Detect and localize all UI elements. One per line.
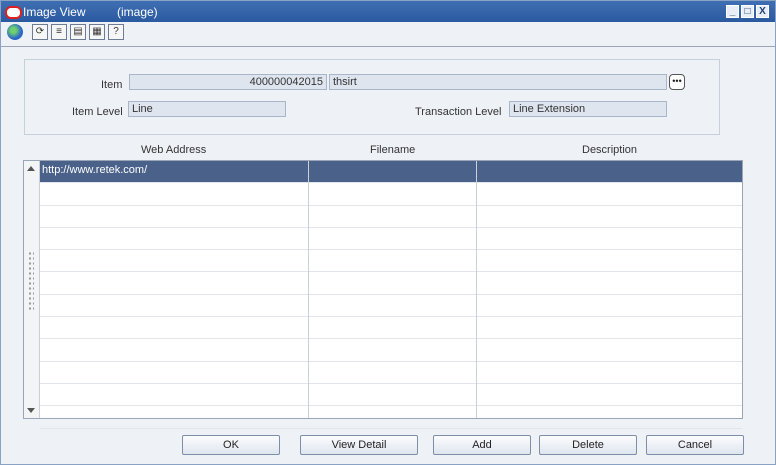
options-icon[interactable]: ≡ <box>51 24 67 40</box>
window-subtitle: (image) <box>117 5 158 19</box>
web-address-cell[interactable] <box>40 295 308 316</box>
table-row[interactable]: http://www.retek.com/ <box>40 161 742 184</box>
filename-cell[interactable] <box>308 206 476 227</box>
filename-cell[interactable] <box>308 295 476 316</box>
table-row[interactable] <box>40 406 742 429</box>
description-cell[interactable] <box>476 384 742 405</box>
web-address-cell[interactable] <box>40 339 308 360</box>
oracle-logo-icon <box>5 6 22 19</box>
table-row[interactable] <box>40 250 742 273</box>
table-row[interactable] <box>40 295 742 318</box>
filename-cell[interactable] <box>308 317 476 338</box>
web-address-cell[interactable]: http://www.retek.com/ <box>40 161 308 182</box>
column-header-web-address[interactable]: Web Address <box>141 144 206 156</box>
toolbar: ⟳ ≡ ▤ ▦ ? <box>1 22 775 46</box>
vertical-scrollbar[interactable] <box>24 161 40 418</box>
description-cell[interactable] <box>476 228 742 249</box>
column-divider <box>308 161 309 418</box>
image-table: http://www.retek.com/ <box>23 160 743 429</box>
description-cell[interactable] <box>476 406 742 427</box>
ok-button[interactable]: OK <box>182 435 280 455</box>
web-address-cell[interactable] <box>40 362 308 383</box>
web-address-cell[interactable] <box>40 250 308 271</box>
item-label: Item <box>101 79 123 91</box>
window-title: Image View <box>23 5 86 19</box>
filename-cell[interactable] <box>308 384 476 405</box>
description-cell[interactable] <box>476 161 742 182</box>
delete-button[interactable]: Delete <box>539 435 637 455</box>
description-cell[interactable] <box>476 272 742 293</box>
table-row[interactable] <box>40 183 742 206</box>
table-row[interactable] <box>40 272 742 295</box>
filename-cell[interactable] <box>308 250 476 271</box>
web-address-cell[interactable] <box>40 384 308 405</box>
view-detail-button[interactable]: View Detail <box>300 435 418 455</box>
web-address-cell[interactable] <box>40 228 308 249</box>
web-address-cell[interactable] <box>40 406 308 427</box>
filename-cell[interactable] <box>308 362 476 383</box>
description-cell[interactable] <box>476 362 742 383</box>
table-row[interactable] <box>40 228 742 251</box>
column-divider <box>476 161 477 418</box>
scroll-down-icon[interactable] <box>27 408 35 413</box>
table-row[interactable] <box>40 362 742 384</box>
transaction-level-label: Transaction Level <box>415 106 502 118</box>
filename-cell[interactable] <box>308 183 476 204</box>
globe-icon[interactable] <box>7 24 23 40</box>
cancel-button[interactable]: Cancel <box>646 435 744 455</box>
scroll-up-icon[interactable] <box>27 166 35 171</box>
web-address-cell[interactable] <box>40 206 308 227</box>
filename-cell[interactable] <box>308 339 476 360</box>
item-level-field[interactable]: Line <box>128 101 286 117</box>
filename-cell[interactable] <box>308 272 476 293</box>
clipboard-icon[interactable]: ▤ <box>70 24 86 40</box>
web-address-cell[interactable] <box>40 317 308 338</box>
maximize-button[interactable]: □ <box>741 5 754 18</box>
description-cell[interactable] <box>476 295 742 316</box>
description-cell[interactable] <box>476 250 742 271</box>
item-header-panel <box>24 59 720 135</box>
table-rows: http://www.retek.com/ <box>40 161 742 429</box>
refresh-icon[interactable]: ⟳ <box>32 24 48 40</box>
column-header-description[interactable]: Description <box>582 144 637 156</box>
help-icon[interactable]: ? <box>108 24 124 40</box>
web-address-cell[interactable] <box>40 183 308 204</box>
print-icon[interactable]: ▦ <box>89 24 105 40</box>
image-view-window: Image View (image) _ □ X ⟳ ≡ ▤ ▦ ? Item … <box>0 0 776 465</box>
web-address-cell[interactable] <box>40 272 308 293</box>
title-bar[interactable]: Image View (image) _ □ X <box>1 1 775 22</box>
scroll-grip-icon[interactable] <box>28 251 34 311</box>
close-button[interactable]: X <box>756 5 769 18</box>
description-cell[interactable] <box>476 317 742 338</box>
column-header-filename[interactable]: Filename <box>370 144 415 156</box>
filename-cell[interactable] <box>308 228 476 249</box>
description-cell[interactable] <box>476 206 742 227</box>
table-row[interactable] <box>40 317 742 340</box>
filename-cell[interactable] <box>308 161 476 182</box>
filename-cell[interactable] <box>308 406 476 427</box>
table-row[interactable] <box>40 339 742 362</box>
transaction-level-field[interactable]: Line Extension <box>509 101 667 117</box>
add-button[interactable]: Add <box>433 435 531 455</box>
item-number-field[interactable]: 400000042015 <box>129 74 327 90</box>
description-cell[interactable] <box>476 339 742 360</box>
toolbar-divider <box>1 46 775 47</box>
table-row[interactable] <box>40 384 742 407</box>
minimize-button[interactable]: _ <box>726 5 739 18</box>
description-cell[interactable] <box>476 183 742 204</box>
comment-icon[interactable]: ••• <box>669 74 685 90</box>
item-level-label: Item Level <box>72 106 123 118</box>
item-description-field[interactable]: thsirt <box>329 74 667 90</box>
table-row[interactable] <box>40 206 742 228</box>
